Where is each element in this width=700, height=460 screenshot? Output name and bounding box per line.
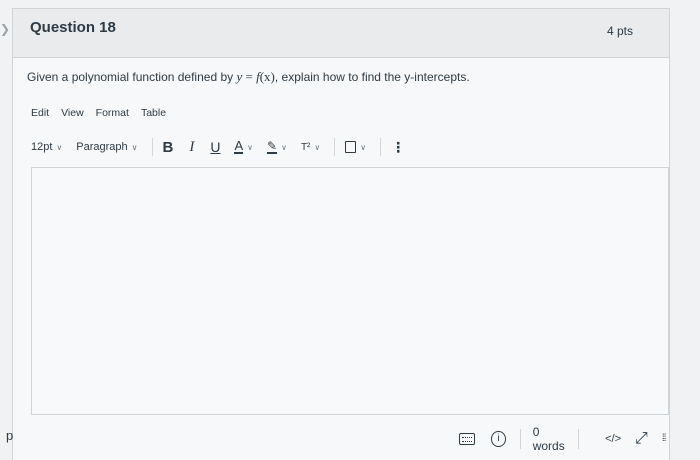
status-divider (578, 429, 580, 449)
font-size-value: 12pt (31, 141, 53, 153)
chevron-down-icon: ∨ (131, 142, 138, 152)
vertical-ellipsis-icon: ⋮ (391, 138, 406, 155)
editor-statusbar: i 0 words </> ⤢ ⁞⁞ (459, 425, 669, 453)
font-size-select[interactable]: 12pt ∨ (31, 141, 62, 153)
chevron-down-icon: ∨ (281, 142, 287, 152)
question-title: Question 18 (30, 19, 116, 36)
menu-format[interactable]: Format (96, 107, 129, 119)
question-prompt: Given a polynomial function defined by y… (27, 69, 470, 85)
word-count[interactable]: 0 words (533, 425, 571, 453)
editor-toolbar: 12pt ∨ Paragraph ∨ B I U A ∨ ✎ ∨ T² ∨ ∨ (31, 135, 419, 159)
superscript-icon: T² (300, 141, 311, 153)
status-divider (519, 429, 521, 449)
question-card: Question 18 4 pts Given a polynomial fun… (12, 8, 670, 460)
resize-drag-handle-icon[interactable]: ⁞⁞ (662, 434, 669, 444)
menu-table[interactable]: Table (141, 107, 166, 119)
highlighter-icon: ✎ (267, 139, 278, 154)
superscript-button[interactable]: T² ∨ (301, 142, 320, 153)
math-equals: = (242, 69, 257, 84)
fullscreen-expand-icon[interactable]: ⤢ (635, 430, 648, 448)
chevron-down-icon: ∨ (56, 142, 63, 152)
question-header: Question 18 4 pts (13, 9, 669, 58)
rich-text-editor-area[interactable] (31, 167, 669, 415)
prompt-math: y = f(x) (236, 69, 274, 84)
menu-view[interactable]: View (61, 107, 84, 119)
chevron-down-icon: ∨ (360, 142, 367, 152)
toolbar-divider (380, 138, 382, 156)
highlight-color-button[interactable]: ✎ ∨ (267, 140, 287, 154)
question-points: 4 pts (606, 24, 633, 38)
chevron-down-icon: ∨ (247, 142, 254, 152)
toolbar-divider (334, 138, 336, 156)
insert-media-button[interactable]: ∨ (345, 141, 366, 153)
underline-button[interactable]: U (210, 139, 220, 155)
document-image-icon (345, 141, 357, 153)
italic-button[interactable]: I (189, 139, 194, 156)
html-editor-toggle[interactable]: </> (605, 433, 621, 445)
text-color-icon: A (234, 138, 244, 154)
accessibility-checker-icon[interactable]: i (491, 431, 506, 447)
block-format-value: Paragraph (76, 141, 128, 153)
text-color-button[interactable]: A ∨ (234, 138, 254, 154)
prompt-text-before: Given a polynomial function defined by (27, 70, 237, 84)
bold-button[interactable]: B (163, 139, 174, 156)
editor-menubar: Edit View Format Table (31, 107, 166, 119)
math-arg: (x) (259, 69, 275, 84)
more-options-button[interactable]: ⋮ (391, 139, 405, 156)
footer-letter: p (6, 428, 14, 443)
prompt-text-after: , explain how to find the y-intercepts. (274, 70, 470, 84)
menu-edit[interactable]: Edit (31, 107, 49, 119)
chevron-down-icon: ∨ (314, 142, 321, 152)
collapse-arrow-icon[interactable]: ❯ (0, 22, 10, 36)
keyboard-icon[interactable] (459, 433, 476, 445)
block-format-select[interactable]: Paragraph ∨ (76, 141, 137, 153)
toolbar-divider (151, 138, 153, 156)
